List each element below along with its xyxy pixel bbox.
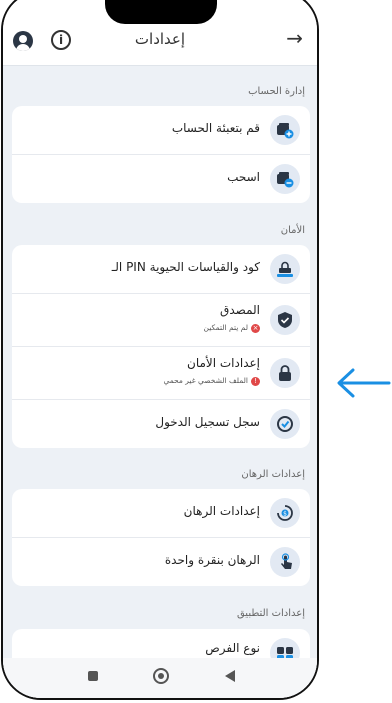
arrow-left-icon	[337, 368, 391, 398]
arrow-right-icon[interactable]: →	[286, 26, 303, 50]
item-label: الرهان بنقرة واحدة	[164, 553, 260, 567]
recents-icon[interactable]	[88, 671, 98, 681]
page-title: إعدادات	[134, 30, 186, 48]
list-item-one-click-bet[interactable]: الرهان بنقرة واحدة	[12, 538, 310, 586]
error-icon: ×	[251, 323, 260, 333]
list-item-pin[interactable]: كود والقياسات الحيوية PIN الـ	[12, 245, 310, 294]
system-nav-bar	[3, 658, 317, 698]
list-item-bet-settings[interactable]: $ إعدادات الرهان	[12, 489, 310, 538]
wallet-remove-icon	[270, 164, 300, 194]
list-item-withdraw[interactable]: اسحب	[12, 155, 310, 203]
wallet-add-icon	[270, 115, 300, 145]
list-item-topup[interactable]: قم بتعبئة الحساب	[12, 106, 310, 155]
phone-frame: i إعدادات → إدارة الحساب قم بتعبئة الحسا…	[1, 0, 319, 700]
back-triangle-icon[interactable]	[225, 670, 235, 682]
item-label: نوع الفرص	[205, 641, 260, 655]
camera-notch	[105, 0, 217, 24]
item-label: إعدادات الرهان	[183, 504, 260, 518]
lock-icon	[270, 358, 300, 388]
shield-check-icon	[270, 305, 300, 335]
settings-content: إدارة الحساب قم بتعبئة الحساب اسحب الأما…	[3, 66, 317, 698]
item-label: قم بتعبئة الحساب	[171, 121, 260, 135]
item-label: المصدق	[220, 303, 260, 317]
pin-lock-icon	[270, 254, 300, 284]
section-title-account: إدارة الحساب	[248, 86, 305, 97]
list-item-authenticator[interactable]: المصدق ×لم يتم التمكين	[12, 294, 310, 347]
section-title-security: الأمان	[280, 225, 305, 236]
warning-icon: !	[251, 376, 260, 386]
item-label: اسحب	[227, 170, 260, 184]
item-label: سجل تسجيل الدخول	[155, 415, 260, 429]
status-text: ×لم يتم التمكين	[203, 323, 260, 333]
section-title-app: إعدادات التطبيق	[236, 608, 305, 619]
status-text: !الملف الشخصي غير محمي	[163, 376, 260, 386]
item-label: كود والقياسات الحيوية PIN الـ	[111, 260, 260, 274]
card-account: قم بتعبئة الحساب اسحب	[12, 106, 310, 203]
tap-icon	[270, 547, 300, 577]
section-title-betting: إعدادات الرهان	[241, 469, 305, 480]
list-item-security-settings[interactable]: إعدادات الأمان !الملف الشخصي غير محمي	[12, 347, 310, 400]
home-icon[interactable]	[153, 668, 169, 684]
item-label: إعدادات الأمان	[187, 356, 260, 370]
svg-text:$: $	[283, 511, 287, 518]
list-item-login-history[interactable]: سجل تسجيل الدخول	[12, 400, 310, 448]
card-betting: $ إعدادات الرهان الرهان بنقرة واحدة	[12, 489, 310, 586]
card-security: كود والقياسات الحيوية PIN الـ المصدق ×لم…	[12, 245, 310, 448]
history-icon	[270, 409, 300, 439]
coin-settings-icon: $	[270, 498, 300, 528]
